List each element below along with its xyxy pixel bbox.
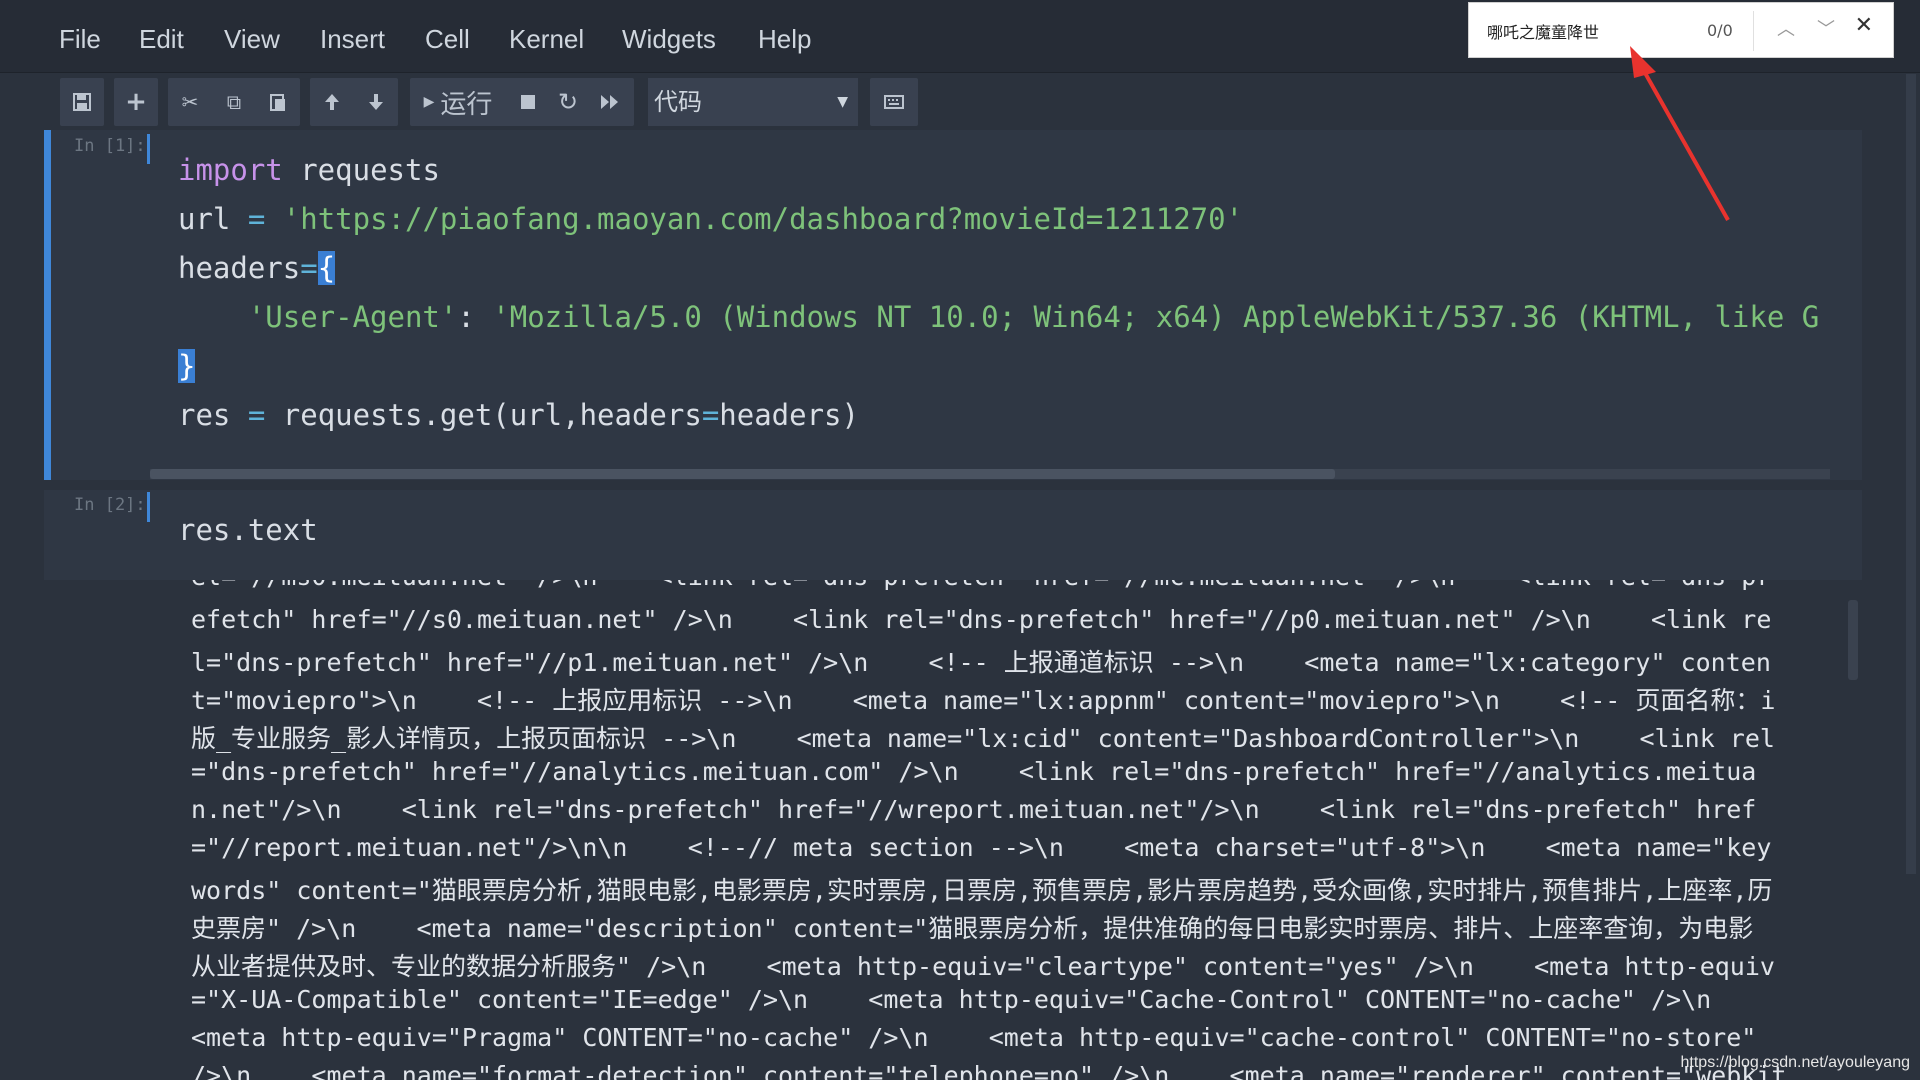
output-line: ="dns-prefetch" href="//analytics.meitua… [191,757,1757,786]
arrow-down-icon[interactable] [354,78,398,126]
find-divider [1753,11,1754,51]
output-line: 版_专业服务_影人详情页，上报页面标识 -->\n <meta name="lx… [191,724,1775,753]
fast-forward-icon[interactable] [588,78,632,126]
paste-icon[interactable] [256,78,300,126]
find-bar: 0/0 ︿ ﹀ ✕ [1468,2,1894,58]
find-previous-icon[interactable]: ︿ [1777,15,1795,41]
code-line-2[interactable]: url = 'https://piaofang.maoyan.com/dashb… [178,195,1243,244]
output-line: <meta http-equiv="Pragma" CONTENT="no-ca… [191,1023,1757,1052]
menu-file[interactable]: File [59,24,101,55]
output-line: words" content="猫眼票房分析,猫眼电影,电影票房,实时票房,日票… [191,876,1773,905]
find-next-icon[interactable]: ﹀ [1817,15,1835,41]
code-line-6[interactable]: res = requests.get(url,headers=headers) [178,391,859,440]
output-line: 从业者提供及时、专业的数据分析服务" />\n <meta http-equiv… [191,952,1775,981]
menu-edit[interactable]: Edit [139,24,184,55]
output-line: />\n <meta name="format-detection" conte… [191,1061,1787,1080]
menu-view[interactable]: View [224,24,280,55]
output-line: ="X-UA-Compatible" content="IE=edge" />\… [191,985,1712,1014]
output-line: efetch" href="//s0.meituan.net" />\n <li… [191,605,1772,634]
menu-help[interactable]: Help [758,24,811,55]
cell-type-select[interactable]: 代码 ▼ [648,78,858,126]
menu-kernel[interactable]: Kernel [509,24,584,55]
keyboard-icon [870,78,918,126]
code-line-3[interactable]: headers={ [178,244,336,293]
restart-icon[interactable]: ↻ [548,78,588,126]
code-line-4[interactable]: 'User-Agent': 'Mozilla/5.0 (Windows NT 1… [178,293,1828,342]
cell-1-hscroll-thumb[interactable] [150,469,1335,479]
close-icon[interactable]: ✕ [1855,13,1873,38]
selected-cell-indicator [44,130,51,480]
arrow-up-icon[interactable] [310,78,354,126]
code-line-res-text[interactable]: res.text [178,506,318,555]
code-line-5[interactable]: } [178,342,196,391]
copy-icon[interactable]: ⧉ [212,78,256,126]
page-scrollbar-thumb[interactable] [1906,74,1916,874]
cut-icon[interactable]: ✂ [168,78,212,126]
cell-2-prompt-edge [147,492,150,522]
menu-widgets[interactable]: Widgets [622,24,716,55]
output-line: t="moviepro">\n <!-- 上报应用标识 -->\n <meta … [191,686,1776,715]
output-line: l="dns-prefetch" href="//p1.meituan.net"… [191,648,1771,677]
code-line-1[interactable]: import requests [178,146,440,195]
menu-insert[interactable]: Insert [320,24,385,55]
run-label: 运行 [440,89,493,120]
output-line: el="//ms0.meituan.net" />\n <link rel="d… [191,580,1771,591]
cell-2-output: el="//ms0.meituan.net" />\n <link rel="d… [44,580,1862,1080]
cell-type-value: 代码 [654,88,702,116]
cell-1-prompt: In [1]: [74,136,146,156]
play-icon: ▶ [423,94,435,110]
cell-2-prompt: In [2]: [74,495,146,515]
cell-1-prompt-edge [147,134,150,164]
run-button[interactable]: ▶ 运行 [412,78,504,126]
find-match-count: 0/0 [1707,21,1733,40]
output-line: ="//report.meituan.net"/>\n\n <!--// met… [191,833,1772,862]
save-icon [60,78,104,126]
watermark: https://blog.csdn.net/ayouleyang [1680,1054,1911,1071]
plus-icon: + [125,87,147,117]
output-scrollbar[interactable] [1848,600,1858,680]
output-line: n.net"/>\n <link rel="dns-prefetch" href… [191,795,1757,824]
output-line: 史票房" />\n <meta name="description" conte… [191,914,1754,943]
menu-cell[interactable]: Cell [425,24,470,55]
stop-icon[interactable] [508,78,548,126]
caret-down-icon: ▼ [837,94,848,110]
